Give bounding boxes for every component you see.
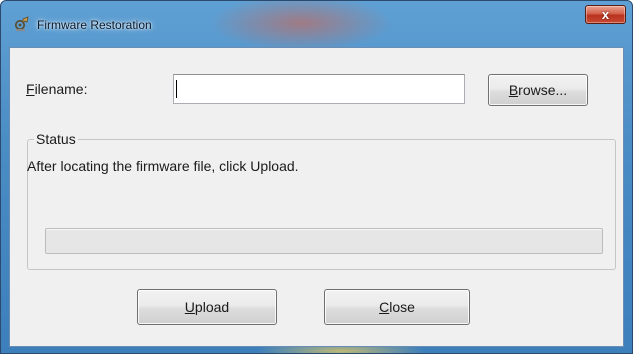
window-close-button[interactable]: x: [585, 5, 626, 24]
close-button-accelerator: C: [379, 299, 390, 315]
close-icon: x: [601, 7, 610, 22]
filename-label-text: ilename:: [34, 81, 88, 97]
upload-button-label: pload: [194, 299, 230, 315]
dialog-body: Filename: Browse... Status After locatin…: [9, 47, 624, 347]
filename-input[interactable]: [173, 74, 465, 104]
browse-button-label: rowse...: [518, 82, 568, 98]
firmware-restoration-icon: [15, 16, 29, 31]
firmware-restoration-window: Firmware Restoration x Filename: Browse.…: [0, 0, 633, 354]
text-caret: [176, 80, 177, 98]
upload-button[interactable]: Upload: [137, 289, 277, 325]
close-button-label: lose: [389, 299, 415, 315]
filename-label: Filename:: [26, 81, 87, 97]
status-message: After locating the firmware file, click …: [27, 158, 299, 174]
status-group-label: Status: [34, 131, 78, 147]
upload-button-accelerator: U: [184, 299, 195, 315]
window-title: Firmware Restoration: [37, 18, 152, 32]
filename-label-accelerator: F: [26, 81, 35, 97]
browse-button-accelerator: B: [508, 82, 519, 98]
browse-button[interactable]: Browse...: [488, 74, 588, 106]
close-button[interactable]: Close: [324, 289, 470, 325]
title-bar[interactable]: Firmware Restoration x: [1, 1, 632, 47]
upload-progress-bar: [45, 228, 603, 254]
